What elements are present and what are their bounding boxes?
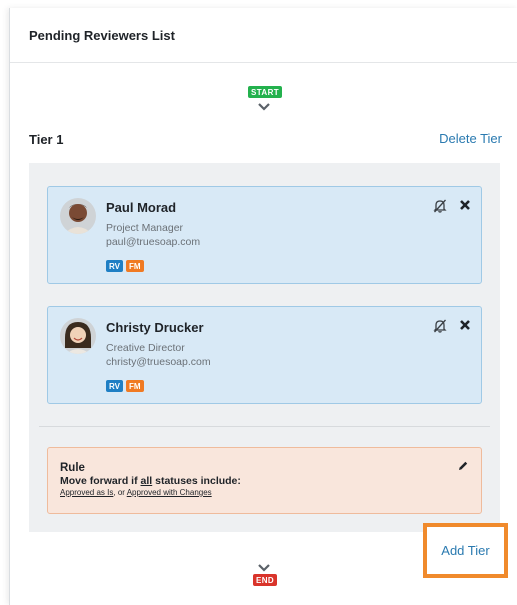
rule-text-suffix: statuses include: [152,475,241,487]
panel-title: Pending Reviewers List [29,28,175,43]
reviewer-card: Christy Drucker Creative Director christ… [47,306,482,404]
avatar [60,318,96,354]
reviewer-email: paul@truesoap.com [106,236,201,248]
status-link-approved-as-is[interactable]: Approved as Is [60,488,113,497]
tier-container: Paul Morad Project Manager paul@truesoap… [29,163,500,532]
rv-tag: RV [106,380,123,392]
avatar [60,198,96,234]
role-tags: RV FM [106,380,144,392]
tier-label: Tier 1 [29,132,64,147]
reviewer-name: Christy Drucker [106,320,204,335]
reviewer-name: Paul Morad [106,200,177,215]
delete-tier-link[interactable]: Delete Tier [439,131,502,146]
rule-text-emphasis: all [140,475,153,487]
reviewer-title: Project Manager [106,222,184,234]
rule-box: Rule Move forward if all statuses includ… [47,447,482,514]
bell-off-icon[interactable] [433,199,447,213]
add-tier-button[interactable]: Add Tier [423,523,508,578]
panel-header: Pending Reviewers List [10,8,517,63]
pencil-icon[interactable] [457,460,469,472]
pending-reviewers-panel: Pending Reviewers List START Tier 1 Dele… [9,8,517,605]
chevron-down-icon [258,103,270,111]
reviewer-card: Paul Morad Project Manager paul@truesoap… [47,186,482,284]
fm-tag: FM [125,260,144,272]
rv-tag: RV [106,260,123,272]
status-separator: , or [113,488,127,497]
rule-text: Move forward if all statuses include: [60,475,241,487]
fm-tag: FM [125,380,144,392]
end-badge: END [253,574,278,586]
rule-text-prefix: Move forward if [60,475,141,487]
role-tags: RV FM [106,260,144,272]
bell-off-icon[interactable] [433,319,447,333]
chevron-down-icon [258,564,270,572]
start-badge: START [248,86,283,98]
rule-title: Rule [60,462,85,474]
close-icon[interactable] [459,319,471,331]
close-icon[interactable] [459,199,471,211]
divider [39,426,490,427]
rule-statuses: Approved as Is, or Approved with Changes [60,488,212,497]
reviewer-title: Creative Director [106,342,185,354]
reviewer-email: christy@truesoap.com [106,356,211,368]
status-link-approved-with-changes[interactable]: Approved with Changes [127,488,212,497]
